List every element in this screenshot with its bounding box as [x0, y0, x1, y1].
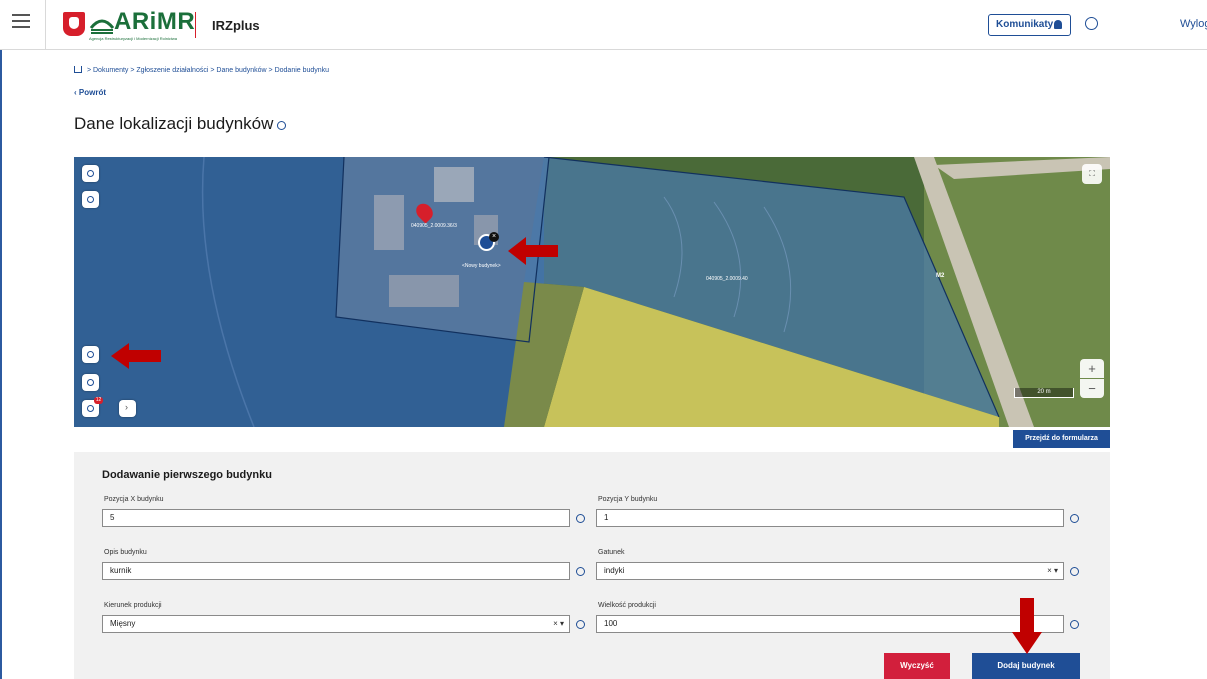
map-view[interactable]: 12 › ⛶ + − 20 m 040905_2.0009.36/3 × <No… — [74, 157, 1110, 427]
breadcrumb-item-add-building: Dodanie budynku — [274, 67, 330, 74]
zoom-out-button[interactable]: − — [1080, 379, 1104, 398]
description-label: Opis budynku — [104, 549, 147, 556]
layers-icon — [87, 405, 94, 412]
map-add-location-button[interactable] — [82, 346, 99, 363]
help-icon[interactable] — [1070, 620, 1079, 629]
page-title-text: Dane lokalizacji budynków — [74, 114, 274, 133]
breadcrumb-item-documents[interactable]: Dokumenty — [93, 67, 128, 74]
direction-select[interactable]: Mięsny × ▾ — [102, 615, 570, 633]
map-search-parcel-button[interactable] — [82, 191, 99, 208]
breadcrumb: > Dokumenty > Zgłoszenie działalności > … — [74, 65, 329, 74]
logo-subtext: Agencja Restrukturyzacji i Modernizacji … — [89, 36, 178, 41]
page-title: Dane lokalizacji budynków — [74, 114, 287, 134]
location-icon — [87, 351, 94, 358]
clear-and-chevron-icon[interactable]: × ▾ — [553, 616, 564, 632]
parcel-label: 040905_2.0009.36/3 — [411, 223, 457, 229]
chevron-right-icon: › — [125, 402, 128, 412]
scale-bar: 20 m — [1014, 388, 1074, 398]
species-value: indyki — [604, 566, 625, 575]
pos-y-input[interactable]: 1 — [596, 509, 1064, 527]
breadcrumb-item-registration[interactable]: Zgłoszenie działalności — [136, 67, 208, 74]
arimr-logo-icon — [89, 19, 115, 34]
annotation-arrow-icon — [111, 343, 161, 369]
pos-x-input[interactable]: 5 — [102, 509, 570, 527]
breadcrumb-separator: > — [268, 67, 273, 74]
home-icon[interactable] — [74, 66, 82, 73]
size-input[interactable]: 100 — [596, 615, 1064, 633]
clear-and-chevron-icon[interactable]: × ▾ — [1047, 563, 1058, 579]
breadcrumb-item-buildings[interactable]: Dane budynków — [216, 67, 266, 74]
road-label: M2 — [936, 273, 945, 279]
clear-button[interactable]: Wyczyść — [884, 653, 950, 679]
remove-marker-icon[interactable]: × — [489, 232, 499, 242]
map-info-button[interactable] — [82, 374, 99, 391]
logout-link[interactable]: Wyloguj — [1180, 18, 1207, 30]
logo-divider — [195, 12, 196, 38]
bell-icon — [1054, 20, 1062, 29]
header-divider — [45, 0, 46, 50]
app-name: IRZplus — [212, 18, 260, 33]
notifications-button[interactable]: Komunikaty — [988, 14, 1071, 36]
help-icon[interactable] — [1070, 514, 1079, 523]
form-title: Dodawanie pierwszego budynku — [102, 469, 272, 481]
user-icon[interactable] — [1085, 17, 1098, 30]
breadcrumb-separator: > — [130, 67, 135, 74]
breadcrumb-separator: > — [86, 67, 92, 74]
poland-emblem-icon — [63, 12, 85, 36]
annotation-arrow-icon — [508, 237, 558, 265]
notifications-label: Komunikaty — [996, 19, 1054, 30]
species-select[interactable]: indyki × ▾ — [596, 562, 1064, 580]
add-building-button[interactable]: Dodaj budynek — [972, 653, 1080, 679]
map-imagery — [74, 157, 1110, 427]
species-label: Gatunek — [598, 549, 625, 556]
help-icon[interactable] — [576, 514, 585, 523]
annotation-arrow-icon — [1012, 598, 1042, 654]
back-link[interactable]: ‹ Powrót — [74, 88, 106, 97]
help-icon[interactable] — [1070, 567, 1079, 576]
zoom-in-button[interactable]: + — [1080, 359, 1104, 378]
size-label: Wielkość produkcji — [598, 602, 656, 609]
direction-value: Mięsny — [110, 619, 136, 628]
info-icon — [87, 379, 94, 386]
parcel-label: 040905_2.0009.40 — [706, 276, 748, 282]
search-icon — [87, 170, 94, 177]
direction-label: Kierunek produkcji — [104, 602, 162, 609]
top-header: ARiMR Agencja Restrukturyzacji i Moderni… — [0, 0, 1207, 50]
map-expand-panel-button[interactable]: › — [119, 400, 136, 417]
description-input[interactable]: kurnik — [102, 562, 570, 580]
add-building-form: Dodawanie pierwszego budynku Pozycja X b… — [74, 452, 1110, 679]
layers-count-badge: 12 — [94, 397, 103, 404]
map-search-button[interactable] — [82, 165, 99, 182]
help-icon[interactable] — [277, 121, 287, 131]
fullscreen-button[interactable]: ⛶ — [1082, 164, 1102, 184]
breadcrumb-separator: > — [210, 67, 215, 74]
help-icon[interactable] — [576, 620, 585, 629]
help-icon[interactable] — [576, 567, 585, 576]
pos-x-label: Pozycja X budynku — [104, 496, 164, 503]
logo-text: ARiMR — [114, 8, 196, 35]
goto-form-button[interactable]: Przejdź do formularza — [1013, 430, 1110, 448]
new-building-label: <Nowy budynek> — [462, 263, 501, 269]
search-icon — [87, 196, 94, 203]
map-layers-button[interactable]: 12 — [82, 397, 103, 417]
menu-icon[interactable] — [12, 14, 30, 30]
back-label: Powrót — [78, 88, 106, 97]
pos-y-label: Pozycja Y budynku — [598, 496, 658, 503]
